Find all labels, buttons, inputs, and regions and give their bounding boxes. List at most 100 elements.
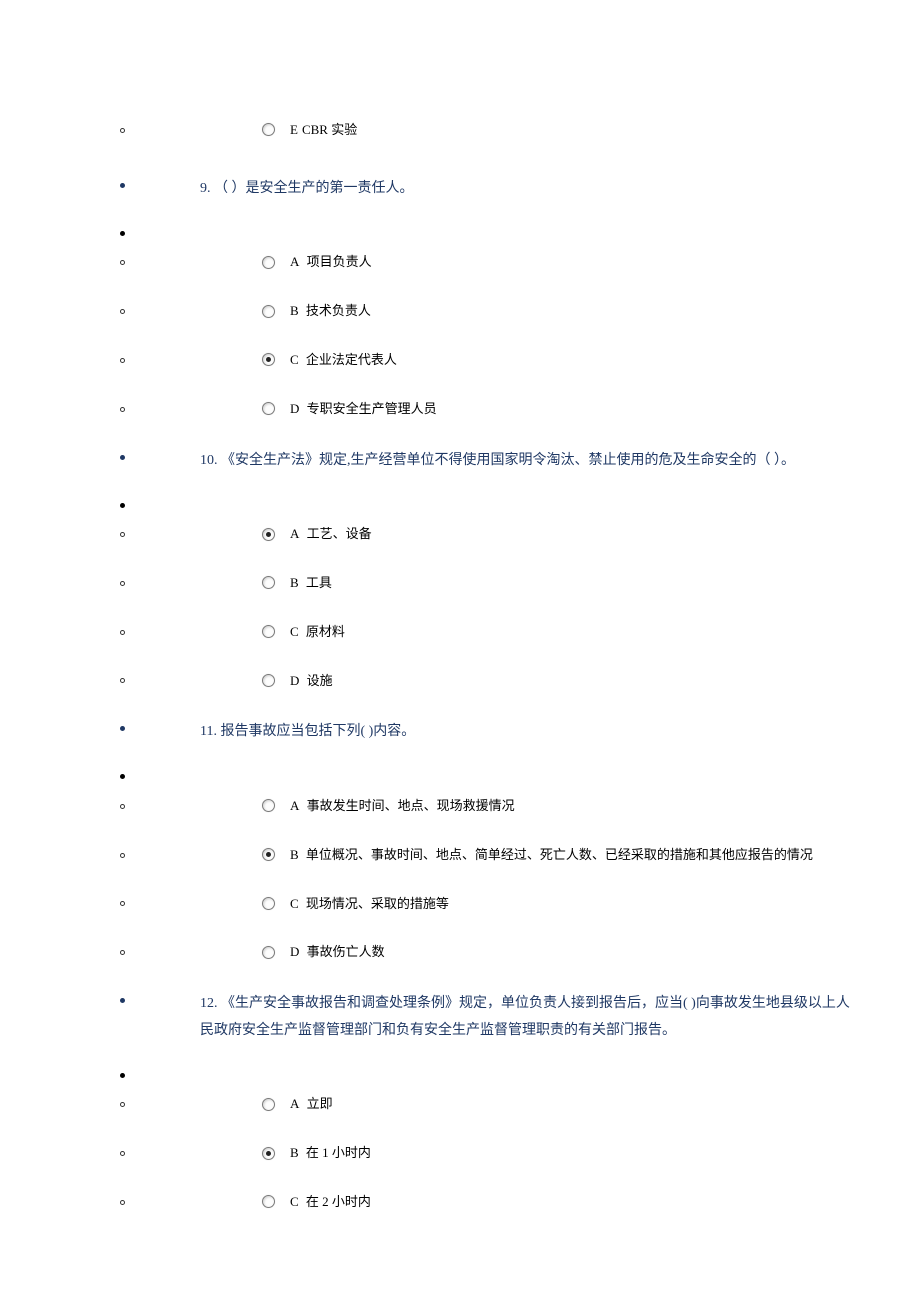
question-row: 11. 报告事故应当包括下列( )内容。 [60,719,860,746]
radio-wrap [257,253,278,269]
list-bullet-disc [120,455,125,460]
radio-wrap [257,1144,278,1160]
list-bullet-disc [120,726,125,731]
option-text: 事故发生时间、地点、现场救援情况 [303,798,514,813]
question-row: 12. 《生产安全事故报告和调查处理条例》规定，单位负责人接到报告后，应当( )… [60,991,860,1044]
option-radio[interactable] [262,897,275,910]
option-letter: D [290,401,299,416]
option-letter: B [290,575,299,590]
option-radio[interactable] [262,256,275,269]
list-bullet-hollow [120,630,125,635]
option-label: C 企业法定代表人 [290,350,397,371]
radio-wrap [257,671,278,687]
option-radio[interactable] [262,528,275,541]
option-text: 在 1 小时内 [303,1145,371,1160]
list-bullet-hollow [120,804,125,809]
list-bullet-disc [120,774,125,779]
list-bullet-hollow [120,901,125,906]
question-block: 12. 《生产安全事故报告和调查处理条例》规定，单位负责人接到报告后，应当( )… [60,991,860,1213]
option-label: ECBR 实验 [290,120,357,141]
option-text: 工具 [303,575,332,590]
option-letter: B [290,303,299,318]
option-radio[interactable] [262,576,275,589]
question-block: 10. 《安全生产法》规定,生产经营单位不得使用国家明令淘汰、禁止使用的危及生命… [60,448,860,692]
option-letter: A [290,1096,299,1111]
option-row: C 在 2 小时内 [60,1192,860,1213]
question-text: 12. 《生产安全事故报告和调查处理条例》规定，单位负责人接到报告后，应当( )… [200,991,860,1044]
radio-wrap [257,302,278,318]
option-radio[interactable] [262,1195,275,1208]
question-text: 9. （ ）是安全生产的第一责任人。 [200,176,414,203]
option-label: A 事故发生时间、地点、现场救援情况 [290,796,515,817]
list-bullet-hollow [120,532,125,537]
option-radio[interactable] [262,305,275,318]
option-radio[interactable] [262,625,275,638]
list-bullet-hollow [120,1102,125,1107]
quiz-page: ECBR 实验 9. （ ）是安全生产的第一责任人。 A 项目负责人 B 技术负责人… [0,0,920,1301]
radio-wrap [257,1095,278,1111]
blank-bullet-row [60,220,860,246]
option-letter: C [290,896,299,911]
radio-wrap [257,1192,278,1208]
option-letter: C [290,624,299,639]
option-row: A 事故发生时间、地点、现场救援情况 [60,796,860,817]
list-bullet-hollow [120,853,125,858]
list-bullet-hollow [120,678,125,683]
option-radio[interactable] [262,1098,275,1111]
option-radio-e[interactable] [262,123,275,136]
radio-wrap [257,573,278,589]
option-radio[interactable] [262,353,275,366]
option-row: B 在 1 小时内 [60,1143,860,1164]
list-bullet-hollow [120,1151,125,1156]
radio-wrap [257,399,278,415]
question-row: 9. （ ）是安全生产的第一责任人。 [60,176,860,203]
option-radio[interactable] [262,946,275,959]
option-label: B 在 1 小时内 [290,1143,371,1164]
radio-wrap [257,622,278,638]
list-bullet-hollow [120,260,125,265]
option-text: 原材料 [303,624,345,639]
option-radio[interactable] [262,1147,275,1160]
option-letter: D [290,944,299,959]
blank-bullet-row [60,492,860,518]
option-row: D 事故伤亡人数 [60,942,860,963]
list-bullet-disc [120,183,125,188]
option-letter: A [290,254,299,269]
question-block: 9. （ ）是安全生产的第一责任人。 A 项目负责人 B 技术负责人 C 企业法定代表… [60,176,860,420]
option-letter: C [290,352,299,367]
option-radio[interactable] [262,799,275,812]
option-label: A 项目负责人 [290,252,372,273]
option-row: D 专职安全生产管理人员 [60,399,860,420]
option-label: B 技术负责人 [290,301,371,322]
questions-container: 9. （ ）是安全生产的第一责任人。 A 项目负责人 B 技术负责人 C 企业法定代表… [60,176,860,1213]
option-text: 技术负责人 [303,303,371,318]
option-text: 在 2 小时内 [303,1194,371,1209]
question-row: 10. 《安全生产法》规定,生产经营单位不得使用国家明令淘汰、禁止使用的危及生命… [60,448,860,475]
option-label: A 立即 [290,1094,333,1115]
option-text: 专职安全生产管理人员 [303,401,436,416]
question-text: 10. 《安全生产法》规定,生产经营单位不得使用国家明令淘汰、禁止使用的危及生命… [200,448,795,475]
option-label: B 工具 [290,573,332,594]
radio-wrap [257,120,278,136]
option-row: B 技术负责人 [60,301,860,322]
option-text: 单位概况、事故时间、地点、简单经过、死亡人数、已经采取的措施和其他应报告的情况 [303,847,813,862]
radio-wrap [257,796,278,812]
option-row: D 设施 [60,671,860,692]
option-text: 设施 [303,673,332,688]
option-row: C 原材料 [60,622,860,643]
list-bullet-hollow [120,1200,125,1205]
radio-wrap [257,943,278,959]
option-row: C 现场情况、采取的措施等 [60,894,860,915]
option-letter: C [290,1194,299,1209]
option-label: D 事故伤亡人数 [290,942,385,963]
option-radio[interactable] [262,402,275,415]
option-radio[interactable] [262,674,275,687]
option-text: 事故伤亡人数 [303,944,384,959]
option-label: C 原材料 [290,622,345,643]
option-text: 立即 [303,1096,332,1111]
option-radio[interactable] [262,848,275,861]
option-letter: A [290,798,299,813]
radio-wrap [257,845,278,861]
radio-wrap [257,525,278,541]
option-letter: D [290,673,299,688]
